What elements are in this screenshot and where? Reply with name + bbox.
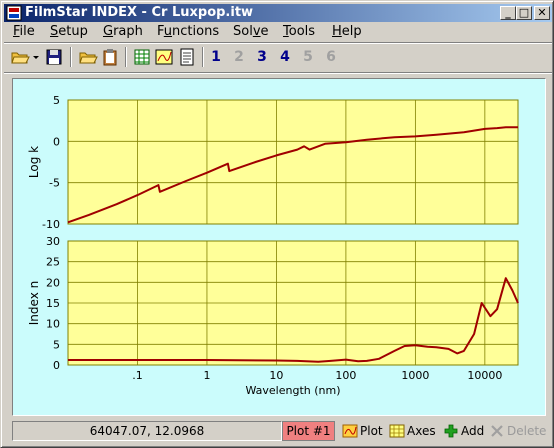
menu-setup[interactable]: Setup: [50, 24, 88, 39]
add-button-label: Add: [461, 424, 485, 438]
y-tick-label: 5: [53, 338, 60, 351]
y-tick-label: -10: [42, 218, 60, 231]
report-icon[interactable]: [177, 47, 197, 67]
plot-button[interactable]: Plot: [342, 422, 386, 440]
menu-help[interactable]: Help: [332, 24, 362, 39]
app-window: FilmStar INDEX - Cr Luxpop.itw _ □ ✕ Fil…: [0, 0, 554, 448]
status-bar: 64047.07, 12.0968 Plot #1 Plot Axes Add: [4, 419, 552, 443]
charts-svg: 5 0 -5 -10 Log k 30 25 20 15 10 5 0 Index n .1 1 10 100 1…: [27, 94, 519, 397]
app-icon: [6, 5, 22, 21]
axes-icon: [389, 424, 405, 438]
plus-icon: [444, 424, 458, 438]
design-3-button[interactable]: 3: [253, 47, 271, 67]
save-icon[interactable]: [44, 47, 64, 67]
y-tick-label: 0: [53, 135, 60, 148]
table-grid-icon[interactable]: [132, 47, 152, 67]
design-4-button[interactable]: 4: [276, 47, 294, 67]
delete-button[interactable]: Delete: [489, 422, 547, 440]
x-tick-label: 10: [269, 369, 283, 382]
open-folder-icon[interactable]: [10, 47, 30, 67]
design-5-button[interactable]: 5: [299, 47, 317, 67]
cursor-coordinates: 64047.07, 12.0968: [12, 421, 282, 441]
y-tick-label: 30: [46, 235, 60, 248]
dropdown-arrow-icon[interactable]: [31, 47, 41, 67]
toolbar-separator: [125, 47, 127, 67]
menu-graph[interactable]: Graph: [103, 24, 143, 39]
window-title: FilmStar INDEX - Cr Luxpop.itw: [25, 5, 254, 20]
menu-bar: File Setup Graph Functions Solve Tools H…: [4, 23, 552, 41]
x-tick-label: 10000: [467, 369, 502, 382]
title-bar[interactable]: FilmStar INDEX - Cr Luxpop.itw _ □ ✕: [4, 4, 552, 22]
plot-number-badge[interactable]: Plot #1: [282, 421, 335, 441]
y-axis-label: Log k: [27, 146, 41, 178]
open-folder-2-icon[interactable]: [78, 47, 98, 67]
toolbar-separator: [202, 47, 204, 67]
add-button[interactable]: Add: [443, 422, 485, 440]
axes-button[interactable]: Axes: [389, 422, 437, 440]
design-2-button[interactable]: 2: [230, 47, 248, 67]
minimize-button[interactable]: _: [500, 6, 516, 20]
toolbar-separator: [70, 47, 72, 67]
menu-file[interactable]: File: [13, 24, 35, 39]
y-tick-label: 5: [53, 94, 60, 107]
plot-panel-0: [67, 99, 519, 225]
x-tick-label: 1: [203, 369, 210, 382]
delete-x-icon: [491, 425, 503, 437]
y-tick-label: 0: [53, 359, 60, 372]
y-tick-label: 10: [46, 318, 60, 331]
y-tick-label: 25: [46, 256, 60, 269]
graph-window-icon[interactable]: [154, 47, 174, 67]
axes-button-label: Axes: [407, 424, 436, 438]
toolbar: 1 2 3 4 5 6: [4, 44, 552, 70]
plot-area[interactable]: 5 0 -5 -10 Log k 30 25 20 15 10 5 0 Index n .1 1 10 100 1…: [12, 78, 546, 416]
design-1-button[interactable]: 1: [207, 47, 225, 67]
x-tick-label: .1: [132, 369, 143, 382]
y-axis-label: Index n: [27, 281, 41, 325]
y-tick-label: -5: [49, 177, 60, 190]
menu-functions[interactable]: Functions: [157, 24, 219, 39]
menu-solve[interactable]: Solve: [233, 24, 269, 39]
menu-tools[interactable]: Tools: [283, 24, 315, 39]
y-tick-label: 20: [46, 276, 60, 289]
maximize-button[interactable]: □: [516, 6, 532, 20]
plot-icon: [342, 424, 358, 438]
x-tick-label: 1000: [401, 369, 429, 382]
plot-button-label: Plot: [360, 424, 383, 438]
x-tick-label: 100: [335, 369, 356, 382]
delete-button-label: Delete: [507, 424, 547, 438]
x-axis-label: Wavelength (nm): [245, 384, 340, 397]
design-6-button[interactable]: 6: [322, 47, 340, 67]
clipboard-icon[interactable]: [100, 47, 120, 67]
toolbar-separator-line: [4, 72, 552, 74]
close-button[interactable]: ✕: [534, 6, 550, 20]
y-tick-label: 15: [46, 297, 60, 310]
